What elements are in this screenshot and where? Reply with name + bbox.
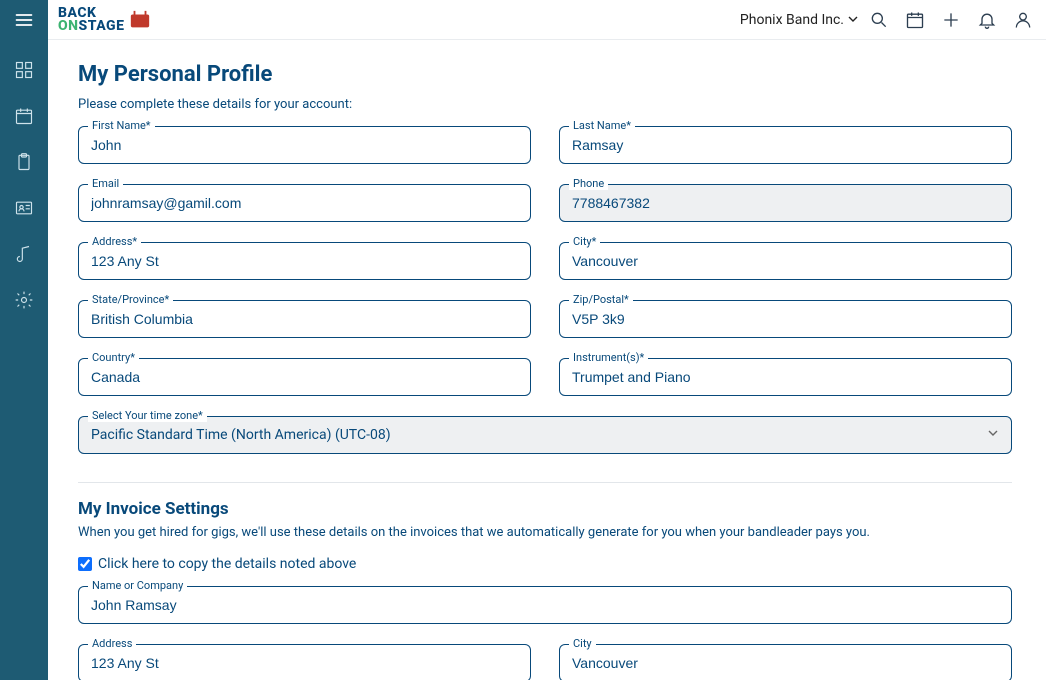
city-input[interactable]	[559, 242, 1012, 280]
first-name-label: First Name*	[88, 119, 155, 132]
gear-icon	[14, 290, 34, 314]
calendar-icon	[904, 9, 926, 31]
timezone-value: Pacific Standard Time (North America) (U…	[91, 427, 391, 443]
invoice-city-label: City	[569, 637, 596, 650]
clipboard-icon	[14, 152, 34, 176]
chevron-down-icon	[848, 12, 858, 28]
phone-input[interactable]	[559, 184, 1012, 222]
search-icon	[868, 9, 890, 31]
sidebar-item-clipboard[interactable]	[12, 152, 36, 176]
profile-form: First Name* Last Name* Email Phone Addre…	[78, 126, 1012, 454]
invoice-address-field: Address	[78, 644, 531, 680]
copy-details-row: Click here to copy the details noted abo…	[78, 556, 1012, 572]
logo-text-onstage: ONSTAGE	[58, 20, 124, 33]
music-note-icon	[14, 244, 34, 268]
country-field: Country*	[78, 358, 531, 396]
email-field: Email	[78, 184, 531, 222]
user-icon	[1012, 9, 1034, 31]
city-field: City*	[559, 242, 1012, 280]
calendar-button[interactable]	[904, 9, 926, 31]
email-label: Email	[88, 177, 123, 190]
phone-field: Phone	[559, 184, 1012, 222]
city-label: City*	[569, 235, 600, 248]
phone-label: Phone	[569, 177, 608, 190]
first-name-field: First Name*	[78, 126, 531, 164]
chevron-down-icon	[987, 427, 999, 443]
notifications-button[interactable]	[976, 9, 998, 31]
invoice-city-input[interactable]	[559, 644, 1012, 680]
hamburger-menu-button[interactable]	[0, 0, 48, 40]
timezone-select[interactable]: Pacific Standard Time (North America) (U…	[78, 416, 1012, 454]
header-actions	[868, 9, 1034, 31]
content-scroll[interactable]: My Personal Profile Please complete thes…	[48, 40, 1046, 680]
invoice-form: Name or Company Address City	[78, 586, 1012, 680]
sidebar-item-calendar[interactable]	[12, 106, 36, 130]
sidebar-item-settings[interactable]	[12, 290, 36, 314]
app-header: BACK ONSTAGE Phonix Band Inc.	[0, 0, 1046, 40]
main-layout: My Personal Profile Please complete thes…	[0, 40, 1046, 680]
logo-mark-icon	[129, 9, 151, 31]
invoice-name-field: Name or Company	[78, 586, 1012, 624]
country-label: Country*	[88, 351, 139, 364]
bell-icon	[976, 9, 998, 31]
timezone-label: Select Your time zone*	[88, 409, 207, 422]
instrument-field: Instrument(s)*	[559, 358, 1012, 396]
zip-label: Zip/Postal*	[569, 293, 633, 306]
page-subtitle: Please complete these details for your a…	[78, 97, 1012, 112]
address-field: Address*	[78, 242, 531, 280]
id-card-icon	[14, 198, 34, 222]
invoice-section-desc: When you get hired for gigs, we'll use t…	[78, 525, 1012, 540]
invoice-city-field: City	[559, 644, 1012, 680]
copy-details-label[interactable]: Click here to copy the details noted abo…	[98, 556, 356, 572]
invoice-address-input[interactable]	[78, 644, 531, 680]
plus-icon	[940, 9, 962, 31]
sidebar-item-music[interactable]	[12, 244, 36, 268]
zip-field: Zip/Postal*	[559, 300, 1012, 338]
app-logo: BACK ONSTAGE	[58, 7, 151, 32]
state-label: State/Province*	[88, 293, 173, 306]
country-input[interactable]	[78, 358, 531, 396]
state-field: State/Province*	[78, 300, 531, 338]
invoice-name-label: Name or Company	[88, 579, 187, 592]
invoice-name-input[interactable]	[78, 586, 1012, 624]
add-button[interactable]	[940, 9, 962, 31]
search-button[interactable]	[868, 9, 890, 31]
section-divider	[78, 482, 1012, 483]
sidebar-item-dashboard[interactable]	[12, 60, 36, 84]
sidebar-item-contacts[interactable]	[12, 198, 36, 222]
sidebar	[0, 40, 48, 680]
profile-button[interactable]	[1012, 9, 1034, 31]
hamburger-icon	[14, 10, 34, 30]
last-name-label: Last Name*	[569, 119, 635, 132]
invoice-section-title: My Invoice Settings	[78, 499, 1012, 519]
band-selector-label: Phonix Band Inc.	[740, 12, 844, 28]
address-label: Address*	[88, 235, 141, 248]
timezone-field: Select Your time zone* Pacific Standard …	[78, 416, 1012, 454]
last-name-field: Last Name*	[559, 126, 1012, 164]
address-input[interactable]	[78, 242, 531, 280]
content: My Personal Profile Please complete thes…	[48, 40, 1042, 680]
email-input[interactable]	[78, 184, 531, 222]
copy-details-checkbox[interactable]	[78, 557, 92, 571]
band-selector-dropdown[interactable]: Phonix Band Inc.	[740, 12, 858, 28]
instrument-label: Instrument(s)*	[569, 351, 648, 364]
invoice-address-label: Address	[88, 637, 136, 650]
grid-icon	[14, 60, 34, 84]
page-title: My Personal Profile	[78, 62, 1012, 87]
calendar-icon	[14, 106, 34, 130]
